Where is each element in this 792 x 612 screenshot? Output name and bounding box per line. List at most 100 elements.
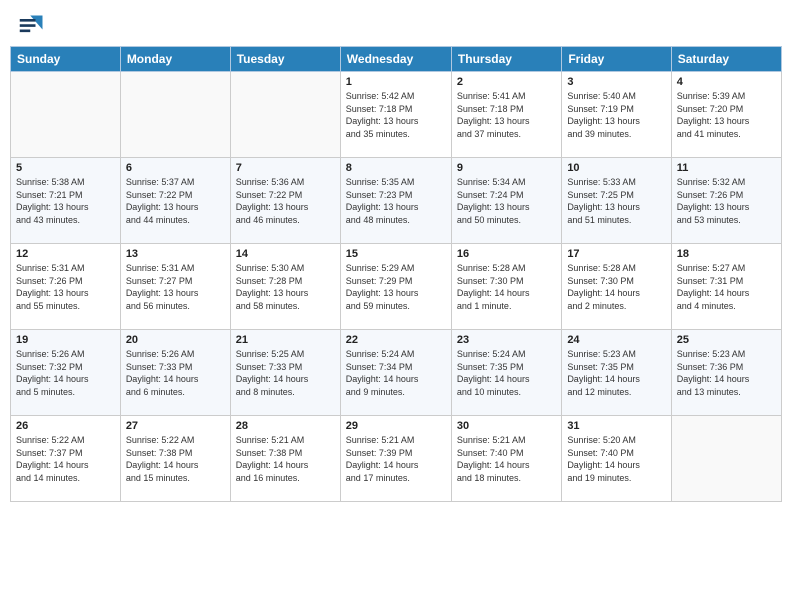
cell-content: Sunrise: 5:40 AM Sunset: 7:19 PM Dayligh… — [567, 90, 665, 140]
cell-content: Sunrise: 5:21 AM Sunset: 7:40 PM Dayligh… — [457, 434, 556, 484]
day-number: 28 — [236, 420, 335, 432]
day-number: 24 — [567, 334, 665, 346]
day-number: 31 — [567, 420, 665, 432]
day-number: 26 — [16, 420, 115, 432]
calendar-cell: 10 Sunrise: 5:33 AM Sunset: 7:25 PM Dayli… — [562, 158, 671, 244]
logo — [18, 12, 50, 40]
calendar-cell: 21 Sunrise: 5:25 AM Sunset: 7:33 PM Dayli… — [230, 330, 340, 416]
calendar-cell: 9 Sunrise: 5:34 AM Sunset: 7:24 PM Daylig… — [451, 158, 561, 244]
cell-content: Sunrise: 5:28 AM Sunset: 7:30 PM Dayligh… — [457, 262, 556, 312]
day-number: 29 — [346, 420, 446, 432]
cell-content: Sunrise: 5:22 AM Sunset: 7:37 PM Dayligh… — [16, 434, 115, 484]
day-number: 25 — [677, 334, 776, 346]
week-row-3: 12Sunrise: 5:31 AM Sunset: 7:26 PM Dayli… — [11, 244, 782, 330]
dow-header-saturday: Saturday — [671, 47, 781, 72]
day-number: 18 — [677, 248, 776, 260]
calendar-cell: 16 Sunrise: 5:28 AM Sunset: 7:30 PM Dayli… — [451, 244, 561, 330]
calendar-cell: 25 Sunrise: 5:23 AM Sunset: 7:36 PM Dayli… — [671, 330, 781, 416]
calendar-cell: 2 Sunrise: 5:41 AM Sunset: 7:18 PM Daylig… — [451, 72, 561, 158]
cell-content: Sunrise: 5:21 AM Sunset: 7:38 PM Dayligh… — [236, 434, 335, 484]
calendar-cell: 29 Sunrise: 5:21 AM Sunset: 7:39 PM Dayli… — [340, 416, 451, 502]
day-number: 2 — [457, 76, 556, 88]
cell-content: Sunrise: 5:34 AM Sunset: 7:24 PM Dayligh… — [457, 176, 556, 226]
day-number: 11 — [677, 162, 776, 174]
dow-header-sunday: Sunday — [11, 47, 121, 72]
day-number: 13 — [126, 248, 225, 260]
cell-content: Sunrise: 5:31 AM Sunset: 7:27 PM Dayligh… — [126, 262, 225, 312]
cell-content: Sunrise: 5:29 AM Sunset: 7:29 PM Dayligh… — [346, 262, 446, 312]
calendar-cell: 24Sunrise: 5:23 AM Sunset: 7:35 PM Dayli… — [562, 330, 671, 416]
calendar-cell: 18 Sunrise: 5:27 AM Sunset: 7:31 PM Dayli… — [671, 244, 781, 330]
calendar-cell: 8 Sunrise: 5:35 AM Sunset: 7:23 PM Daylig… — [340, 158, 451, 244]
cell-content: Sunrise: 5:23 AM Sunset: 7:36 PM Dayligh… — [677, 348, 776, 398]
cell-content: Sunrise: 5:32 AM Sunset: 7:26 PM Dayligh… — [677, 176, 776, 226]
day-number: 5 — [16, 162, 115, 174]
page-header — [0, 0, 792, 46]
calendar-cell — [230, 72, 340, 158]
calendar-body: 1 Sunrise: 5:42 AM Sunset: 7:18 PM Daylig… — [11, 72, 782, 502]
day-number: 20 — [126, 334, 225, 346]
calendar-cell: 13 Sunrise: 5:31 AM Sunset: 7:27 PM Dayli… — [120, 244, 230, 330]
cell-content: Sunrise: 5:27 AM Sunset: 7:31 PM Dayligh… — [677, 262, 776, 312]
day-number: 22 — [346, 334, 446, 346]
day-number: 8 — [346, 162, 446, 174]
day-number: 30 — [457, 420, 556, 432]
cell-content: Sunrise: 5:21 AM Sunset: 7:39 PM Dayligh… — [346, 434, 446, 484]
calendar-cell: 12Sunrise: 5:31 AM Sunset: 7:26 PM Dayli… — [11, 244, 121, 330]
week-row-1: 1 Sunrise: 5:42 AM Sunset: 7:18 PM Daylig… — [11, 72, 782, 158]
cell-content: Sunrise: 5:37 AM Sunset: 7:22 PM Dayligh… — [126, 176, 225, 226]
dow-header-tuesday: Tuesday — [230, 47, 340, 72]
cell-content: Sunrise: 5:28 AM Sunset: 7:30 PM Dayligh… — [567, 262, 665, 312]
calendar-cell: 5 Sunrise: 5:38 AM Sunset: 7:21 PM Daylig… — [11, 158, 121, 244]
day-number: 23 — [457, 334, 556, 346]
calendar-cell: 30 Sunrise: 5:21 AM Sunset: 7:40 PM Dayli… — [451, 416, 561, 502]
cell-content: Sunrise: 5:35 AM Sunset: 7:23 PM Dayligh… — [346, 176, 446, 226]
cell-content: Sunrise: 5:38 AM Sunset: 7:21 PM Dayligh… — [16, 176, 115, 226]
dow-header-monday: Monday — [120, 47, 230, 72]
week-row-5: 26 Sunrise: 5:22 AM Sunset: 7:37 PM Dayli… — [11, 416, 782, 502]
calendar-cell: 3Sunrise: 5:40 AM Sunset: 7:19 PM Daylig… — [562, 72, 671, 158]
day-number: 21 — [236, 334, 335, 346]
dow-header-wednesday: Wednesday — [340, 47, 451, 72]
day-number: 9 — [457, 162, 556, 174]
logo-icon — [18, 12, 46, 40]
calendar-cell: 23 Sunrise: 5:24 AM Sunset: 7:35 PM Dayli… — [451, 330, 561, 416]
calendar-table: SundayMondayTuesdayWednesdayThursdayFrid… — [10, 46, 782, 502]
calendar-cell — [120, 72, 230, 158]
calendar-cell: 15 Sunrise: 5:29 AM Sunset: 7:29 PM Dayli… — [340, 244, 451, 330]
day-number: 7 — [236, 162, 335, 174]
cell-content: Sunrise: 5:30 AM Sunset: 7:28 PM Dayligh… — [236, 262, 335, 312]
calendar-cell: 31Sunrise: 5:20 AM Sunset: 7:40 PM Dayli… — [562, 416, 671, 502]
cell-content: Sunrise: 5:25 AM Sunset: 7:33 PM Dayligh… — [236, 348, 335, 398]
day-number: 4 — [677, 76, 776, 88]
day-number: 15 — [346, 248, 446, 260]
calendar-cell: 27 Sunrise: 5:22 AM Sunset: 7:38 PM Dayli… — [120, 416, 230, 502]
calendar-cell: 14Sunrise: 5:30 AM Sunset: 7:28 PM Dayli… — [230, 244, 340, 330]
day-number: 1 — [346, 76, 446, 88]
calendar-cell: 4 Sunrise: 5:39 AM Sunset: 7:20 PM Daylig… — [671, 72, 781, 158]
cell-content: Sunrise: 5:22 AM Sunset: 7:38 PM Dayligh… — [126, 434, 225, 484]
calendar-cell — [11, 72, 121, 158]
cell-content: Sunrise: 5:39 AM Sunset: 7:20 PM Dayligh… — [677, 90, 776, 140]
cell-content: Sunrise: 5:41 AM Sunset: 7:18 PM Dayligh… — [457, 90, 556, 140]
calendar-cell: 17Sunrise: 5:28 AM Sunset: 7:30 PM Dayli… — [562, 244, 671, 330]
calendar-cell: 20 Sunrise: 5:26 AM Sunset: 7:33 PM Dayli… — [120, 330, 230, 416]
week-row-2: 5 Sunrise: 5:38 AM Sunset: 7:21 PM Daylig… — [11, 158, 782, 244]
day-of-week-header-row: SundayMondayTuesdayWednesdayThursdayFrid… — [11, 47, 782, 72]
day-number: 19 — [16, 334, 115, 346]
dow-header-friday: Friday — [562, 47, 671, 72]
day-number: 27 — [126, 420, 225, 432]
day-number: 16 — [457, 248, 556, 260]
cell-content: Sunrise: 5:24 AM Sunset: 7:35 PM Dayligh… — [457, 348, 556, 398]
calendar-cell: 28 Sunrise: 5:21 AM Sunset: 7:38 PM Dayli… — [230, 416, 340, 502]
cell-content: Sunrise: 5:26 AM Sunset: 7:33 PM Dayligh… — [126, 348, 225, 398]
week-row-4: 19 Sunrise: 5:26 AM Sunset: 7:32 PM Dayli… — [11, 330, 782, 416]
calendar-cell: 1 Sunrise: 5:42 AM Sunset: 7:18 PM Daylig… — [340, 72, 451, 158]
cell-content: Sunrise: 5:42 AM Sunset: 7:18 PM Dayligh… — [346, 90, 446, 140]
day-number: 10 — [567, 162, 665, 174]
cell-content: Sunrise: 5:26 AM Sunset: 7:32 PM Dayligh… — [16, 348, 115, 398]
dow-header-thursday: Thursday — [451, 47, 561, 72]
cell-content: Sunrise: 5:33 AM Sunset: 7:25 PM Dayligh… — [567, 176, 665, 226]
cell-content: Sunrise: 5:36 AM Sunset: 7:22 PM Dayligh… — [236, 176, 335, 226]
calendar-cell: 22Sunrise: 5:24 AM Sunset: 7:34 PM Dayli… — [340, 330, 451, 416]
